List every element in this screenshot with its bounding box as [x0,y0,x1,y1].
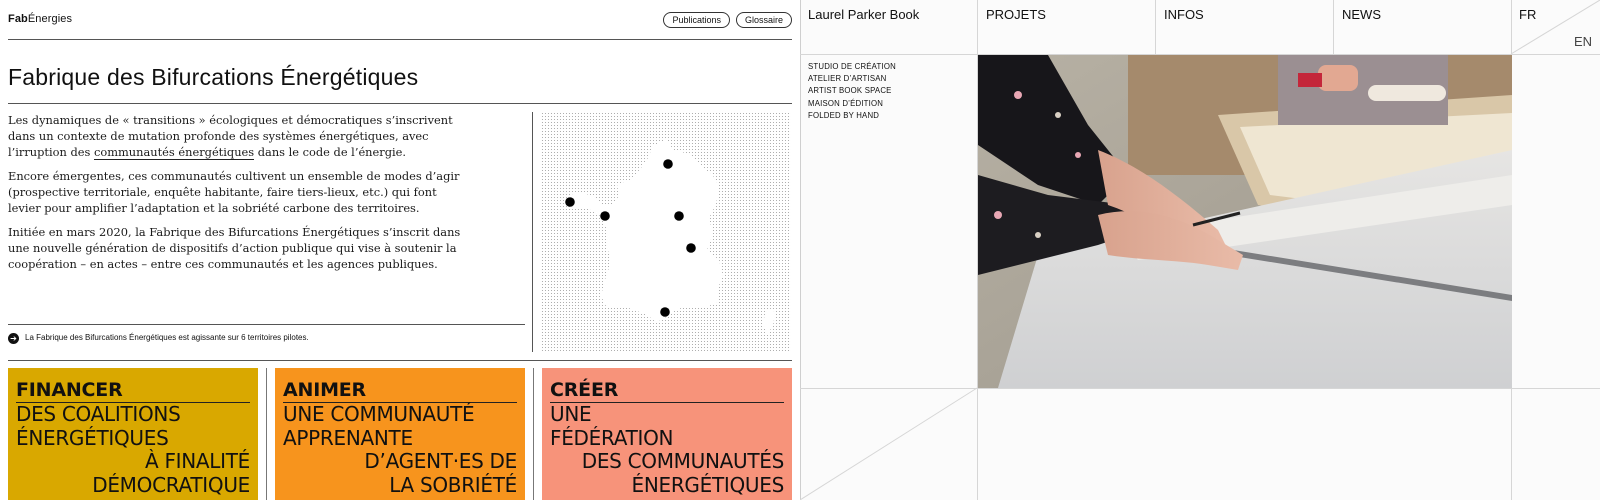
workshop-photo[interactable] [978,55,1512,388]
card-line: À FINALITÉ [145,449,250,473]
paragraph-1-end: dans le code de l’énergie. [254,145,407,159]
studio-menu-item[interactable]: ATELIER D’ARTISAN [808,73,896,85]
card-description: UNE COMMUNAUTÉ APPRENANTE D’AGENT·ES DE … [283,402,517,497]
arrow-right-circle-icon: ➔ [8,332,19,344]
card-financer[interactable]: FINANCER DES COALITIONS ÉNERGÉTIQUES À F… [8,368,258,500]
note-divider [8,324,525,325]
studio-menu: STUDIO DE CRÉATION ATELIER D’ARTISAN ART… [808,61,896,122]
card-line: DES COALITIONS [16,402,181,426]
paragraph-2: Encore émergentes, ces communautés culti… [8,169,460,215]
pilot-marker[interactable] [600,211,610,221]
note-text: La Fabrique des Bifurcations Énergétique… [25,333,309,342]
card-line: DÉMOCRATIQUE [92,472,250,497]
page-title: Fabrique des Bifurcations Énergétiques [8,64,419,90]
studio-menu-item[interactable]: STUDIO DE CRÉATION [808,61,896,73]
fabenergies-page: FabÉnergies Publications Glossaire Fabri… [0,0,800,500]
card-line: APPRENANTE [283,425,413,450]
pilot-marker[interactable] [565,197,575,207]
card-label: ANIMER [283,378,517,403]
card-divider [266,368,267,500]
card-line: UNE COMMUNAUTÉ [283,402,475,426]
logo-bold: Fab [8,13,28,25]
card-creer[interactable]: CRÉER UNE FÉDÉRATION DES COMMUNAUTÉS ÉNE… [542,368,792,500]
glossaire-button[interactable]: Glossaire [735,12,792,28]
site-logo[interactable]: FabÉnergies [8,13,72,25]
pilot-territories-note[interactable]: ➔ La Fabrique des Bifurcations Énergétiq… [8,332,309,344]
laurel-parker-page: Laurel Parker Book PROJETS INFOS NEWS FR… [800,0,1600,500]
studio-menu-item[interactable]: ARTIST BOOK SPACE [808,85,896,97]
card-line: ÉNERGÉTIQUES [16,425,169,450]
france-map [541,112,791,352]
pilot-marker[interactable] [660,307,670,317]
card-label: FINANCER [16,378,250,403]
nav-infos[interactable]: INFOS [1164,7,1204,22]
card-line: DES COMMUNAUTÉS [581,449,785,473]
card-line: UNE [550,402,592,426]
card-description: DES COALITIONS ÉNERGÉTIQUES À FINALITÉ D… [16,402,250,497]
card-divider [533,368,534,500]
pilot-marker[interactable] [686,243,696,253]
card-description: UNE FÉDÉRATION DES COMMUNAUTÉS ÉNERGÉTIQ… [550,402,785,497]
paragraph-1: Les dynamiques de « transitions » écolog… [8,112,470,160]
publications-button[interactable]: Publications [663,12,730,28]
site-header: FabÉnergies Publications Glossaire [8,0,792,40]
card-line: FÉDÉRATION [550,425,674,450]
card-label: CRÉER [550,378,784,403]
pilot-marker[interactable] [674,211,684,221]
communautes-energetiques-link[interactable]: communautés énergétiques [93,145,255,160]
site-title-link[interactable]: Laurel Parker Book [808,7,919,22]
nav-news[interactable]: NEWS [1342,7,1381,22]
studio-menu-item[interactable]: FOLDED BY HAND [808,110,896,122]
card-line: LA SOBRIÉTÉ [389,472,517,497]
studio-menu-item[interactable]: MAISON D’ÉDITION [808,98,896,110]
title-divider [8,103,792,104]
lang-en[interactable]: EN [1574,34,1592,49]
intro-text: Les dynamiques de « transitions » écolog… [8,112,470,280]
lang-fr[interactable]: FR [1519,7,1536,22]
card-line: D’AGENT·ES DE [364,449,517,473]
column-divider [532,112,533,352]
card-animer[interactable]: ANIMER UNE COMMUNAUTÉ APPRENANTE D’AGENT… [275,368,525,500]
logo-text: Énergies [27,13,73,25]
nav-projets[interactable]: PROJETS [986,7,1046,22]
paragraph-3: Initiée en mars 2020, la Fabrique des Bi… [8,225,461,271]
pilot-marker[interactable] [663,159,673,169]
card-line: ÉNERGÉTIQUES [631,472,785,497]
cards-divider [8,360,792,361]
